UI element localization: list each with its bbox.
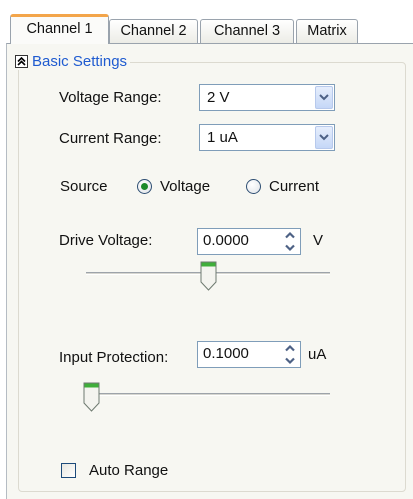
spin-down-icon[interactable] bbox=[284, 244, 296, 252]
input-protection-spinner[interactable]: 0.1000 bbox=[197, 341, 301, 368]
group-title[interactable]: Basic Settings bbox=[32, 53, 127, 70]
current-range-select[interactable]: 1 uA bbox=[199, 124, 335, 151]
drive-voltage-spinner[interactable]: 0.0000 bbox=[197, 228, 301, 255]
input-protection-value[interactable]: 0.1000 bbox=[203, 345, 249, 362]
drive-voltage-value[interactable]: 0.0000 bbox=[203, 232, 249, 249]
spin-down-icon[interactable] bbox=[284, 357, 296, 365]
source-label: Source bbox=[60, 178, 108, 195]
tab-matrix[interactable]: Matrix bbox=[296, 19, 358, 43]
input-protection-label: Input Protection: bbox=[59, 349, 169, 366]
basic-settings-header: Basic Settings bbox=[15, 52, 131, 70]
spin-buttons[interactable] bbox=[282, 344, 298, 365]
drive-voltage-slider-thumb[interactable] bbox=[200, 261, 217, 291]
voltage-range-select[interactable]: 2 V bbox=[199, 84, 335, 111]
input-protection-slider-thumb[interactable] bbox=[83, 382, 100, 412]
tab-channel-1[interactable]: Channel 1 bbox=[10, 14, 109, 44]
auto-range-label[interactable]: Auto Range bbox=[89, 462, 168, 479]
input-protection-unit: uA bbox=[308, 346, 327, 363]
spin-up-icon[interactable] bbox=[284, 231, 296, 239]
current-range-value: 1 uA bbox=[207, 129, 238, 146]
chevron-down-icon[interactable] bbox=[315, 86, 333, 109]
source-current-label[interactable]: Current bbox=[269, 178, 319, 195]
auto-range-checkbox[interactable] bbox=[61, 463, 76, 478]
source-voltage-radio[interactable] bbox=[137, 179, 152, 194]
tab-channel-2[interactable]: Channel 2 bbox=[109, 19, 198, 43]
drive-voltage-label: Drive Voltage: bbox=[59, 232, 153, 249]
input-protection-slider-track[interactable] bbox=[86, 393, 330, 396]
drive-voltage-unit: V bbox=[313, 232, 324, 249]
source-voltage-label[interactable]: Voltage bbox=[160, 178, 210, 195]
spin-up-icon[interactable] bbox=[284, 344, 296, 352]
tab-channel-3[interactable]: Channel 3 bbox=[200, 19, 294, 43]
chevron-down-icon[interactable] bbox=[315, 126, 333, 149]
source-current-radio[interactable] bbox=[246, 179, 261, 194]
voltage-range-value: 2 V bbox=[207, 89, 230, 106]
current-range-label: Current Range: bbox=[59, 130, 162, 147]
voltage-range-label: Voltage Range: bbox=[59, 89, 162, 106]
spin-buttons[interactable] bbox=[282, 231, 298, 252]
double-chevron-up-icon[interactable] bbox=[15, 54, 28, 68]
